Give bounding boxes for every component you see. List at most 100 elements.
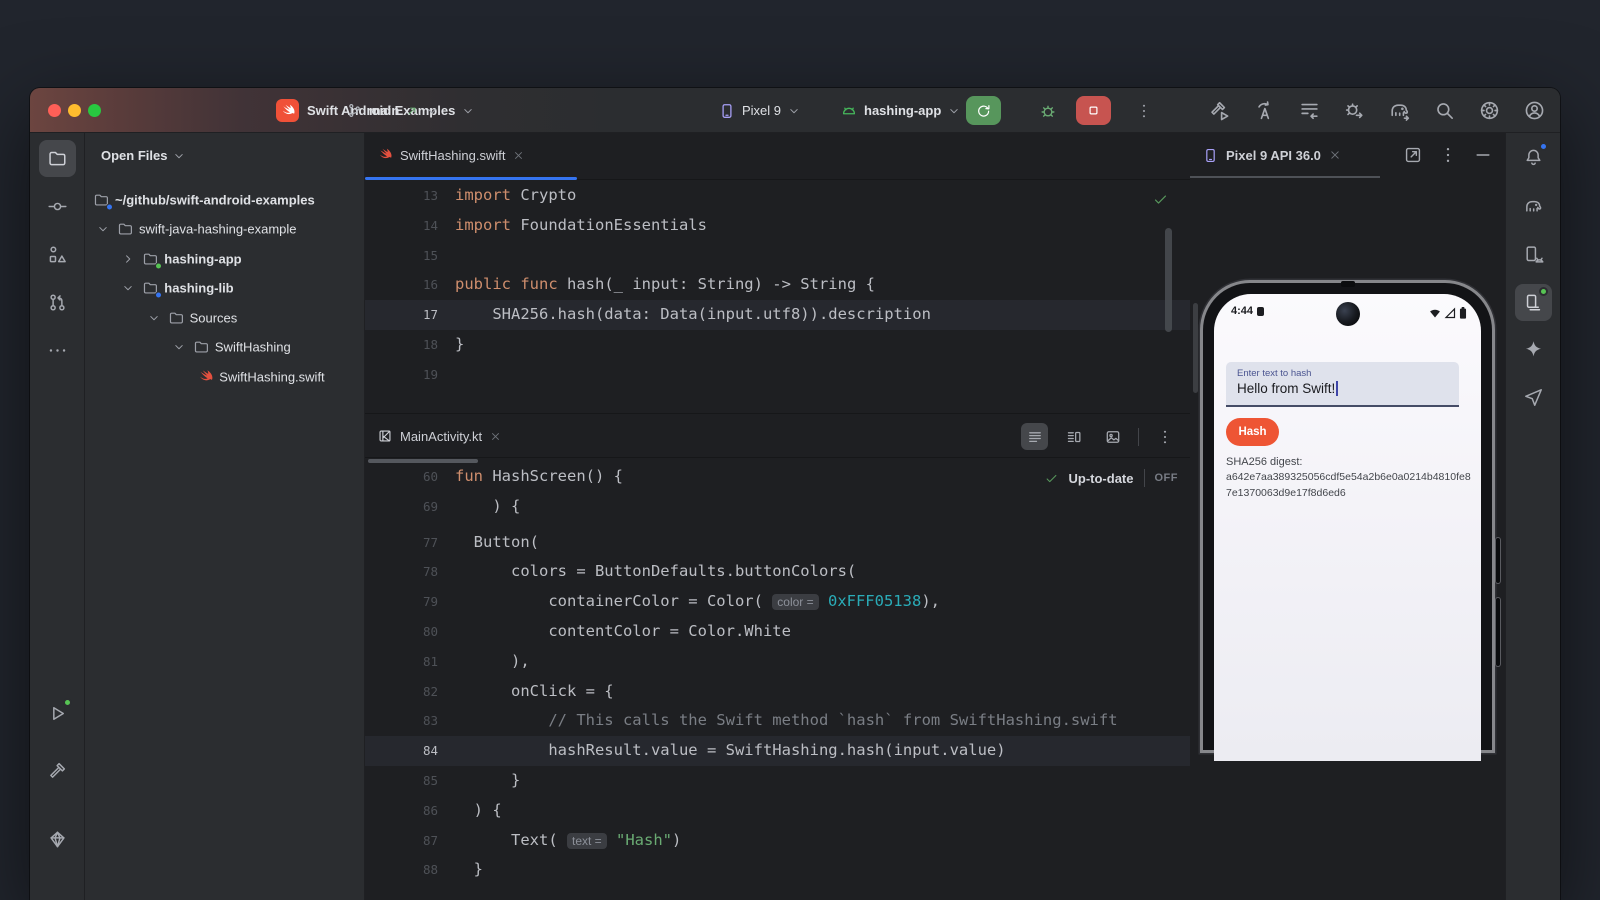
panel-scrollbar[interactable] xyxy=(1193,303,1198,393)
run-more-button[interactable] xyxy=(1126,96,1161,125)
line-number[interactable]: 82 xyxy=(365,677,438,707)
rail-item-project-folder[interactable] xyxy=(39,140,76,177)
code-line-16[interactable]: 16public func hash(_ input: String) -> S… xyxy=(365,270,1190,300)
tree-item-hashing-lib[interactable]: hashing-lib xyxy=(85,274,364,304)
close-icon[interactable] xyxy=(489,430,502,443)
line-number[interactable]: 77 xyxy=(365,528,438,558)
recent-lines-icon[interactable] xyxy=(1298,99,1321,122)
line-number[interactable]: 83 xyxy=(365,706,438,736)
code-line-19[interactable]: 19 xyxy=(365,360,1190,390)
rail-item-running-devices[interactable] xyxy=(1515,284,1552,321)
hammer-run-icon[interactable] xyxy=(1208,99,1231,122)
tab-pixel-device[interactable]: Pixel 9 API 36.0 xyxy=(1202,133,1342,177)
stop-button[interactable] xyxy=(1076,96,1111,125)
more-vertical-icon[interactable] xyxy=(1438,145,1458,165)
hash-input-field[interactable]: Enter text to hash Hello from Swift! xyxy=(1226,362,1459,407)
code-line-15[interactable]: 15 xyxy=(365,241,1190,271)
debug-button[interactable] xyxy=(1030,96,1065,125)
tab-swifthashing[interactable]: SwiftHashing.swift xyxy=(365,133,535,177)
rail-item-pull-request[interactable] xyxy=(39,284,76,321)
code-line-80[interactable]: 80 contentColor = Color.White xyxy=(365,617,1190,647)
search-icon[interactable] xyxy=(1433,99,1456,122)
project-view-selector[interactable]: Open Files xyxy=(101,148,186,163)
run-config-selector[interactable]: hashing-app xyxy=(840,88,961,133)
account-icon[interactable] xyxy=(1523,99,1546,122)
rail-item-more[interactable] xyxy=(39,332,76,369)
code-line-86[interactable]: 86 ) { xyxy=(365,796,1190,826)
open-in-new-icon[interactable] xyxy=(1403,145,1423,165)
rail-item-gemini[interactable] xyxy=(1515,331,1552,368)
close-icon[interactable] xyxy=(1328,148,1342,162)
rerun-button[interactable] xyxy=(966,96,1001,125)
editor-swifthashing[interactable]: 13import Crypto14import FoundationEssent… xyxy=(365,181,1190,390)
line-number[interactable]: 79 xyxy=(365,587,438,617)
code-line-81[interactable]: 81 ), xyxy=(365,647,1190,677)
editor-scrollbar[interactable] xyxy=(1165,228,1172,332)
code-line-84[interactable]: 84 hashResult.value = SwiftHashing.hash(… xyxy=(365,736,1190,766)
line-number[interactable]: 13 xyxy=(365,181,438,211)
line-number[interactable]: 78 xyxy=(365,557,438,587)
line-number[interactable]: 84 xyxy=(365,736,438,766)
tree-item-swift-java-hashing-example[interactable]: swift-java-hashing-example xyxy=(85,215,364,245)
toolbar-design-view[interactable] xyxy=(1099,423,1126,450)
zoom-window-button[interactable] xyxy=(88,104,101,117)
tab-mainactivity[interactable]: MainActivity.kt xyxy=(365,414,512,458)
hide-icon[interactable] xyxy=(1473,145,1493,165)
rail-item-commit[interactable] xyxy=(39,188,76,225)
settings-icon[interactable] xyxy=(1478,99,1501,122)
close-window-button[interactable] xyxy=(48,104,61,117)
rail-item-notifications[interactable] xyxy=(1515,139,1552,176)
close-icon[interactable] xyxy=(512,149,525,162)
line-number[interactable]: 81 xyxy=(365,647,438,677)
toolbar-more-vertical[interactable] xyxy=(1151,423,1178,450)
code-line-88[interactable]: 88 } xyxy=(365,855,1190,885)
line-number[interactable]: 14 xyxy=(365,211,438,241)
emulator-screen[interactable]: 4:44 Enter text to hash Hello from Swift… xyxy=(1214,294,1481,761)
chevron-right-icon[interactable] xyxy=(121,252,135,266)
toolbar-split-view[interactable] xyxy=(1060,423,1087,450)
tree-item-hashing-app[interactable]: hashing-app xyxy=(85,244,364,274)
code-line-77[interactable]: 77 Button( xyxy=(365,528,1190,558)
line-number[interactable]: 80 xyxy=(365,617,438,647)
line-number[interactable]: 86 xyxy=(365,796,438,826)
line-number[interactable]: 15 xyxy=(365,241,438,271)
rename-a-icon[interactable] xyxy=(1253,99,1276,122)
toolbar-code-view[interactable] xyxy=(1021,423,1048,450)
rail-item-gradle[interactable] xyxy=(1515,188,1552,225)
line-number[interactable]: 17 xyxy=(365,300,438,330)
device-selector[interactable]: Pixel 9 xyxy=(718,88,801,133)
vcs-widget[interactable]: main xyxy=(346,88,439,133)
gradle-sync-icon[interactable] xyxy=(1388,99,1411,122)
chevron-down-icon[interactable] xyxy=(96,222,110,236)
code-line-87[interactable]: 87 Text( text = "Hash") xyxy=(365,826,1190,856)
line-number[interactable]: 19 xyxy=(365,360,438,390)
code-line-85[interactable]: 85 } xyxy=(365,766,1190,796)
tree-item-sources[interactable]: Sources xyxy=(85,303,364,333)
rail-item-structure[interactable] xyxy=(39,236,76,273)
line-number[interactable]: 16 xyxy=(365,270,438,300)
tree-item-swifthashing-swift[interactable]: SwiftHashing.swift xyxy=(85,362,364,392)
code-line-69[interactable]: 69 ) { xyxy=(365,492,1190,522)
rail-item-device-manager[interactable] xyxy=(1515,236,1552,273)
line-number[interactable]: 87 xyxy=(365,826,438,856)
rail-item-run[interactable] xyxy=(39,695,76,732)
code-line-17[interactable]: 17 SHA256.hash(data: Data(input.utf8)).d… xyxy=(365,300,1190,330)
code-line-83[interactable]: 83 // This calls the Swift method `hash`… xyxy=(365,706,1190,736)
rail-item-build-hammer[interactable] xyxy=(39,752,76,789)
line-number[interactable]: 18 xyxy=(365,330,438,360)
line-number[interactable]: 88 xyxy=(365,855,438,885)
code-line-18[interactable]: 18} xyxy=(365,330,1190,360)
profiler-bug-icon[interactable] xyxy=(1343,99,1366,122)
tree-item-swifthashing[interactable]: SwiftHashing xyxy=(85,333,364,363)
inspection-ok-icon[interactable] xyxy=(1152,191,1169,208)
rail-item-gem[interactable] xyxy=(39,821,76,858)
chevron-down-icon[interactable] xyxy=(121,281,135,295)
minimize-window-button[interactable] xyxy=(68,104,81,117)
rail-item-plane[interactable] xyxy=(1515,379,1552,416)
chevron-down-icon[interactable] xyxy=(147,311,161,325)
tree-item--github-swift-android-examples[interactable]: ~/github/swift-android-examples xyxy=(85,185,364,215)
line-number[interactable]: 85 xyxy=(365,766,438,796)
code-line-82[interactable]: 82 onClick = { xyxy=(365,677,1190,707)
code-line-79[interactable]: 79 containerColor = Color( color = 0xFFF… xyxy=(365,587,1190,617)
code-line-13[interactable]: 13import Crypto xyxy=(365,181,1190,211)
